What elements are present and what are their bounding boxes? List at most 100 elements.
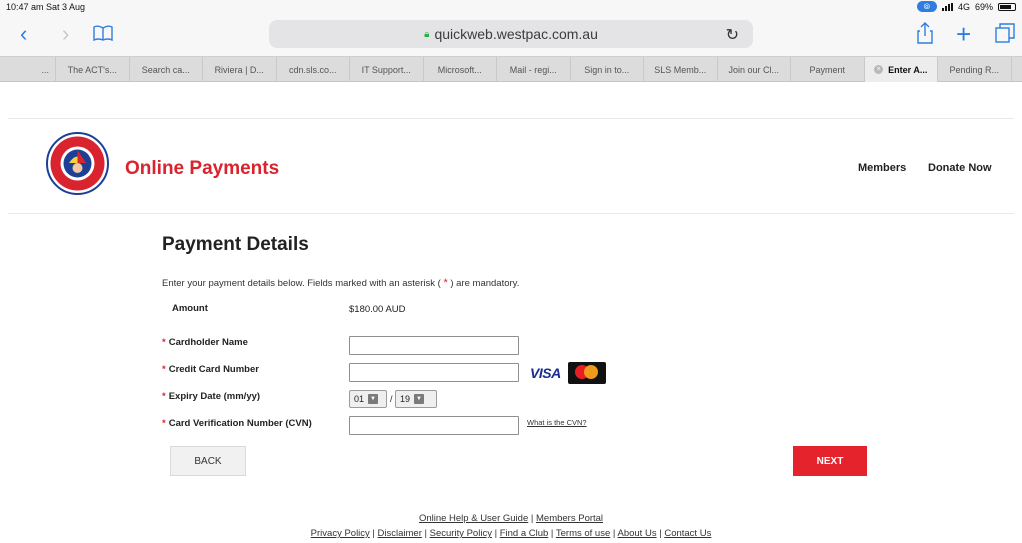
required-marker: * (162, 364, 166, 375)
tab-label: Riviera | D... (214, 64, 264, 75)
lock-icon: 🔒︎ (424, 28, 430, 40)
tab-label: Sign in to... (584, 64, 630, 75)
footer-link-find-club[interactable]: Find a Club (500, 528, 549, 539)
chevron-down-icon: ▼ (414, 394, 425, 404)
tab-label: IT Support... (361, 64, 411, 75)
cardholder-name-input[interactable] (349, 336, 519, 355)
browser-tab[interactable]: Sign in to... (571, 57, 644, 82)
required-marker: * (162, 337, 166, 348)
footer-links-primary: Online Help & User Guide | Members Porta… (418, 513, 604, 524)
close-tab-icon[interactable]: × (874, 65, 884, 74)
battery-icon (998, 2, 1016, 11)
page-brand-title: Online Payments (125, 158, 280, 179)
status-bar: 10:47 am Sat 3 Aug ⦾ 4G 69% (0, 0, 1022, 14)
browser-tab[interactable]: Pending R... (938, 57, 1012, 82)
back-arrow-icon[interactable]: ‹ (20, 22, 27, 46)
expiry-year-value: 19 (400, 394, 411, 404)
browser-tab[interactable]: IT Support... (350, 57, 424, 82)
tab-label: ... (41, 64, 49, 75)
browser-tab[interactable]: Join our Cl... (718, 57, 791, 82)
address-bar[interactable]: 🔒︎ quickweb.westpac.com.au ↻ (269, 20, 753, 48)
web-page: Online Payments Members Donate Now Payme… (0, 82, 1022, 543)
tab-label: Microsoft... (437, 64, 482, 75)
cardholder-name-label: * Cardholder Name (162, 337, 248, 348)
tabs-overview-icon[interactable] (995, 23, 1015, 48)
expiry-separator: / (390, 394, 393, 404)
tab-label: Pending R... (949, 64, 1000, 75)
tab-label: cdn.sls.co... (288, 64, 337, 75)
browser-tab[interactable]: Search ca... (130, 57, 203, 82)
status-right: ⦾ 4G 69% (916, 1, 1016, 12)
tab-label: Mail - regi... (509, 64, 557, 75)
instructions-text-end: ) are mandatory. (447, 278, 520, 289)
divider (8, 118, 1014, 119)
footer-link-disclaimer[interactable]: Disclaimer (378, 528, 422, 539)
amount-label: Amount (172, 303, 208, 314)
browser-tab[interactable]: Payment (791, 57, 865, 82)
what-is-cvn-link[interactable]: What is the CVN? (527, 418, 587, 427)
browser-tab[interactable]: Mail - regi... (497, 57, 571, 82)
cvn-label: * Card Verification Number (CVN) (162, 418, 312, 429)
network-label: 4G (957, 1, 970, 12)
footer-link-terms[interactable]: Terms of use (556, 528, 610, 539)
nav-donate-link[interactable]: Donate Now (928, 162, 992, 174)
amount-value: $180.00 AUD (349, 304, 406, 315)
cvn-label-text: Card Verification Number (CVN) (168, 418, 312, 429)
browser-toolbar: ‹ › 🔒︎ quickweb.westpac.com.au ↻ + (0, 14, 1022, 56)
back-button[interactable]: BACK (170, 446, 246, 476)
cvn-input[interactable] (349, 416, 519, 435)
divider (8, 213, 1014, 214)
tab-label: Search ca... (141, 64, 190, 75)
expiry-year-select[interactable]: 19 ▼ (395, 390, 437, 408)
required-marker: * (162, 418, 166, 429)
footer-link-contact[interactable]: Contact Us (664, 528, 711, 539)
card-number-label: * Credit Card Number (162, 364, 259, 375)
footer-link-help[interactable]: Online Help & User Guide (419, 513, 528, 524)
required-marker: * (162, 391, 166, 402)
cardholder-name-label-text: Cardholder Name (168, 337, 248, 348)
footer-link-members-portal[interactable]: Members Portal (536, 513, 603, 524)
browser-tab[interactable]: Riviera | D... (203, 57, 277, 82)
expiry-date-label: * Expiry Date (mm/yy) (162, 391, 260, 402)
bookmarks-icon[interactable] (93, 24, 113, 48)
tab-label: SLS Memb... (654, 64, 707, 75)
signal-icon (941, 2, 953, 11)
tab-label: The ACT's... (67, 64, 117, 75)
hotspot-pill: ⦾ (916, 1, 937, 12)
next-button[interactable]: NEXT (793, 446, 867, 476)
browser-tab[interactable]: SLS Memb... (644, 57, 718, 82)
form-instructions: Enter your payment details below. Fields… (162, 277, 519, 289)
mastercard-logo (568, 362, 606, 384)
tab-label: Enter A... (888, 64, 928, 75)
footer-links-secondary: Privacy Policy | Disclaimer | Security P… (310, 528, 712, 539)
browser-tab[interactable]: cdn.sls.co... (277, 57, 350, 82)
tab-bar: ... The ACT's... Search ca... Riviera | D..… (0, 56, 1022, 82)
browser-tab[interactable]: × Enter A... (864, 57, 938, 82)
browser-tab[interactable]: ... (0, 57, 56, 82)
footer-link-privacy[interactable]: Privacy Policy (311, 528, 370, 539)
status-time-date: 10:47 am Sat 3 Aug (6, 2, 86, 12)
card-number-label-text: Credit Card Number (168, 364, 259, 375)
footer-link-about[interactable]: About Us (618, 528, 657, 539)
card-number-input[interactable] (349, 363, 519, 382)
page-title: Payment Details (162, 234, 309, 255)
forward-arrow-icon[interactable]: › (62, 22, 69, 46)
footer-link-security[interactable]: Security Policy (430, 528, 492, 539)
reload-icon[interactable]: ↻ (726, 25, 739, 45)
browser-tab[interactable]: Microsoft... (424, 57, 497, 82)
expiry-month-select[interactable]: 01 ▼ (349, 390, 387, 408)
instructions-text-start: Enter your payment details below. Fields… (162, 278, 444, 289)
chevron-down-icon: ▼ (368, 394, 379, 404)
tab-label: Payment (809, 64, 846, 75)
url-text: quickweb.westpac.com.au (434, 26, 598, 42)
expiry-date-label-text: Expiry Date (mm/yy) (168, 391, 261, 402)
surf-life-saving-logo (46, 132, 109, 195)
tab-label: Join our Cl... (728, 64, 780, 75)
nav-members-link[interactable]: Members (858, 162, 906, 174)
share-icon[interactable] (917, 22, 933, 49)
visa-logo: VISA (530, 365, 561, 381)
expiry-month-value: 01 (354, 394, 365, 404)
browser-tab[interactable]: The ACT's... (56, 57, 130, 82)
new-tab-icon[interactable]: + (956, 21, 971, 47)
battery-percent: 69% (974, 1, 993, 12)
